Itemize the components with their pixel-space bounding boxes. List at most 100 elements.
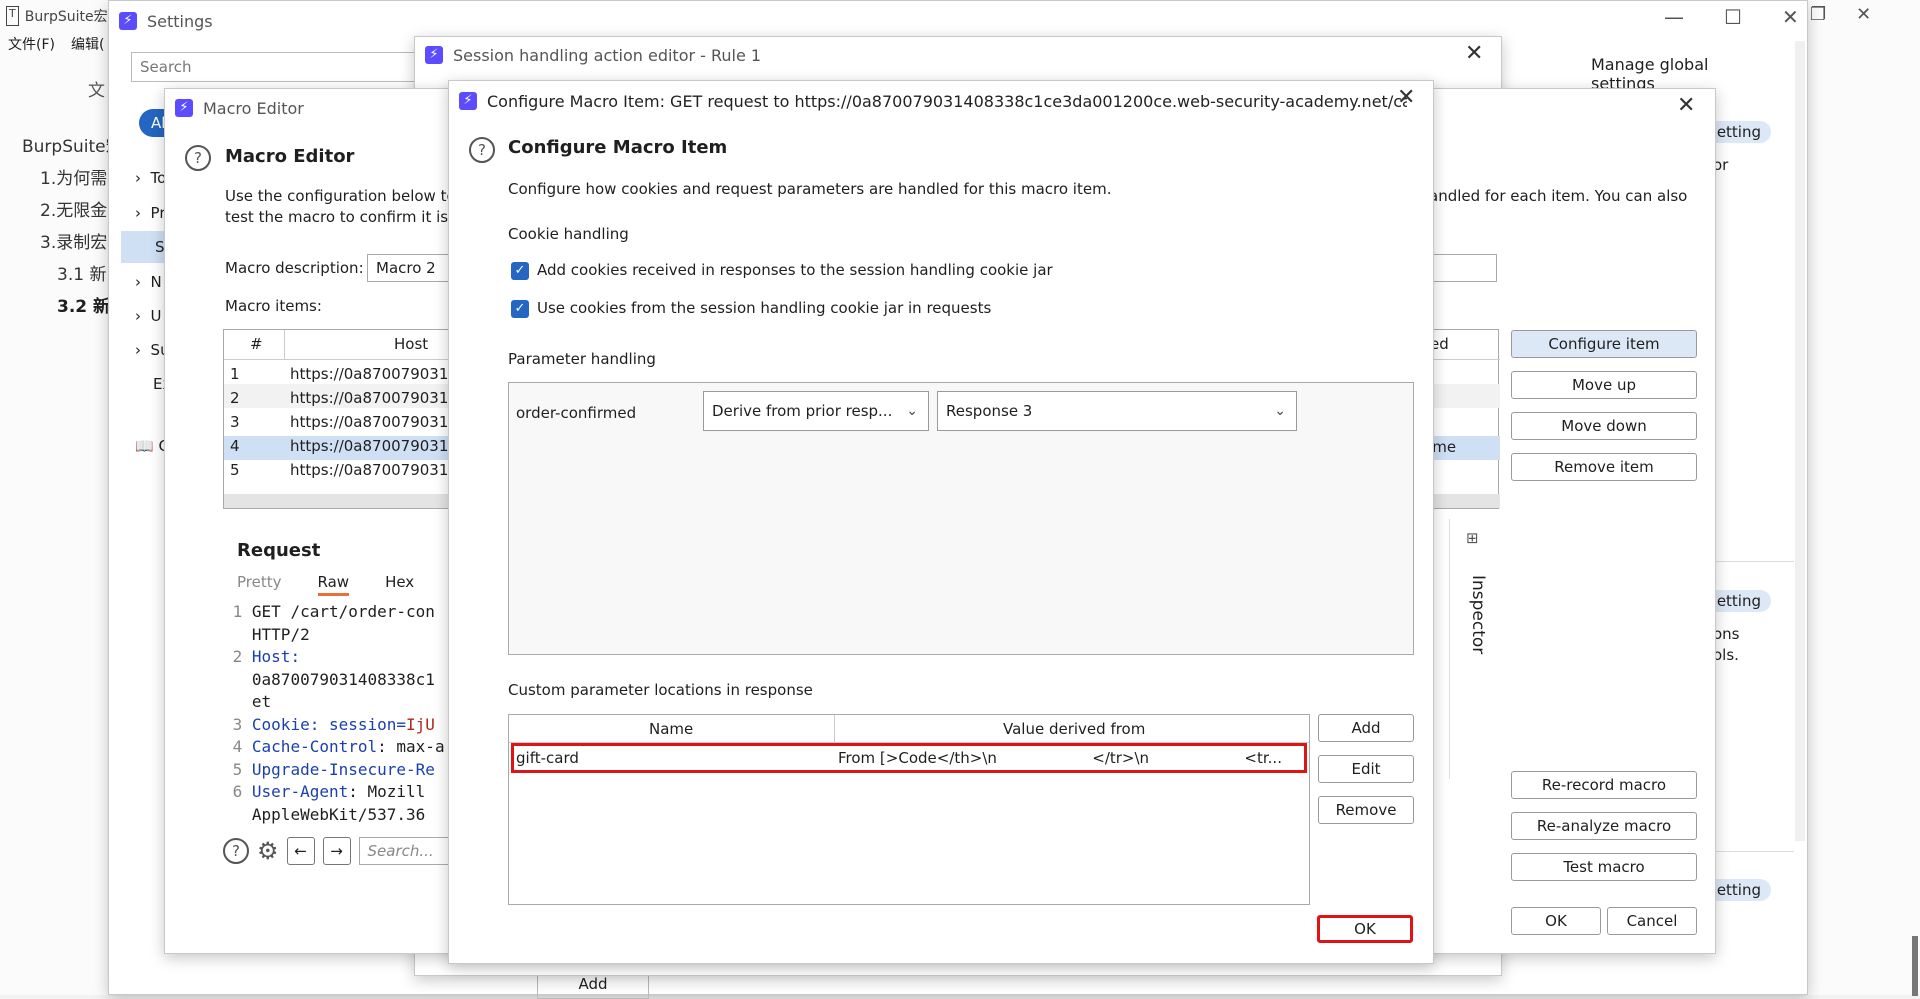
cookie-handling-heading: Cookie handling	[508, 225, 629, 243]
inspector-panel[interactable]: ⊞ Inspector	[1449, 519, 1499, 779]
settings-title: Settings	[147, 11, 213, 31]
chevron-down-icon: ⌄	[906, 403, 918, 419]
param-source-select[interactable]: Response 3 ⌄	[937, 391, 1297, 431]
outline-item[interactable]: 3.2 新	[57, 292, 110, 317]
tab-raw[interactable]: Raw	[317, 573, 350, 596]
remove-location-button[interactable]: Remove	[1318, 796, 1414, 824]
code-token: User-Agent	[251, 782, 349, 801]
code-token: : Mozill	[348, 782, 426, 801]
close-icon[interactable]: ✕	[1397, 85, 1415, 110]
checkbox-checked-icon[interactable]: ✓	[511, 261, 529, 280]
nav-item[interactable]: › To	[135, 169, 166, 187]
dialog-heading: Configure Macro Item	[508, 137, 728, 158]
line-number: 4	[223, 737, 252, 756]
col-header-name[interactable]: Name	[649, 720, 693, 738]
outline-item[interactable]: 文	[88, 76, 105, 101]
col-header-value[interactable]: Value derived from	[1003, 720, 1145, 738]
row-number: 2	[230, 389, 240, 407]
close-icon[interactable]: ✕	[1782, 5, 1799, 29]
macro-desc-label: Macro description:	[225, 259, 364, 277]
row-number: 4	[230, 437, 240, 455]
menu-file[interactable]: 文件(F)	[8, 34, 55, 54]
right-text: ons	[1713, 625, 1740, 643]
outline-item[interactable]: 3.1 新	[57, 260, 106, 285]
code-token: 0a870079031408338c1	[251, 669, 435, 689]
line-number: 5	[223, 759, 252, 779]
macro-editor-desc: andled for each item. You can also	[1429, 187, 1688, 205]
configure-macro-item-dialog: ⚡ Configure Macro Item: GET request to h…	[448, 80, 1434, 964]
dialog-title: Configure Macro Item: GET request to htt…	[487, 91, 1407, 111]
row-value: From [>Code</th>\n </tr>\n <tr...	[838, 749, 1282, 767]
configure-item-button[interactable]: Configure item	[1511, 330, 1697, 358]
row-number: 1	[230, 365, 240, 383]
custom-locations-heading: Custom parameter locations in response	[508, 681, 813, 699]
edit-location-button[interactable]: Edit	[1318, 755, 1414, 783]
checkbox-checked-icon[interactable]: ✓	[511, 299, 529, 318]
table-row[interactable]: gift-card From [>Code</th>\n </tr>\n <tr…	[511, 743, 1307, 773]
burp-logo-icon: ⚡	[119, 12, 137, 30]
gear-icon[interactable]: ⚙	[257, 837, 279, 865]
burp-logo-icon: ⚡	[175, 99, 193, 117]
param-name: order-confirmed	[516, 404, 637, 422]
use-cookies-checkbox[interactable]: ✓ Use cookies from the session handling c…	[511, 299, 991, 318]
test-macro-button[interactable]: Test macro	[1511, 853, 1697, 881]
custom-locations-table: Name Value derived from gift-card From […	[508, 714, 1310, 905]
move-down-button[interactable]: Move down	[1511, 412, 1697, 440]
minimize-icon[interactable]: —	[1664, 5, 1684, 29]
nav-item[interactable]: › N	[135, 273, 162, 291]
ok-button[interactable]: OK	[1511, 907, 1601, 935]
reanalyze-macro-button[interactable]: Re-analyze macro	[1511, 812, 1697, 840]
burp-logo-icon: ⚡	[425, 46, 443, 64]
row-host: https://0a8700790314	[290, 437, 458, 455]
outline-item[interactable]: 1.为何需	[40, 164, 107, 189]
macro-editor-title: Macro Editor	[203, 98, 304, 118]
remove-item-button[interactable]: Remove item	[1511, 453, 1697, 481]
col-header-host[interactable]: Host	[394, 335, 428, 353]
cancel-button[interactable]: Cancel	[1607, 907, 1697, 935]
code-token: session=	[328, 714, 407, 734]
line-number	[223, 805, 252, 824]
typora-title: BurpSuite宏	[24, 9, 108, 25]
add-location-button[interactable]: Add	[1318, 714, 1414, 742]
settings-search-input[interactable]: Search	[131, 52, 431, 82]
help-icon[interactable]: ?	[223, 838, 249, 864]
outline-item[interactable]: 3.录制宏	[40, 228, 107, 253]
scrollbar-thumb[interactable]	[1912, 936, 1918, 996]
inspector-icon: ⊞	[1466, 529, 1479, 547]
forward-arrow-icon[interactable]: →	[322, 837, 351, 865]
menu-edit[interactable]: 编辑(	[71, 34, 104, 54]
col-header-num[interactable]: #	[250, 335, 263, 353]
code-token: Safari/537.36	[252, 827, 387, 829]
maximize-icon[interactable]: ☐	[1724, 5, 1742, 29]
dialog-ok-button[interactable]: OK	[1317, 915, 1413, 943]
back-arrow-icon[interactable]: ←	[286, 837, 315, 865]
line-number: 2	[223, 647, 252, 666]
help-icon[interactable]: ?	[185, 145, 211, 171]
param-mode-select[interactable]: Derive from prior resp... ⌄	[703, 391, 929, 431]
row-number: 5	[230, 461, 240, 479]
macro-editor-desc: Use the configuration below to	[225, 187, 456, 205]
tab-pretty[interactable]: Pretty	[237, 573, 282, 596]
nav-item[interactable]: › U	[135, 307, 162, 325]
dialog-description: Configure how cookies and request parame…	[508, 180, 1112, 198]
typora-icon: T	[6, 6, 19, 26]
close-icon[interactable]: ✕	[1465, 41, 1483, 66]
request-heading: Request	[237, 540, 321, 561]
tab-hex[interactable]: Hex	[385, 573, 414, 596]
close-icon[interactable]: ✕	[1856, 4, 1871, 25]
close-icon[interactable]: ✕	[1677, 93, 1695, 118]
macro-editor-heading: Macro Editor	[225, 146, 355, 167]
parameter-handling-heading: Parameter handling	[508, 350, 656, 368]
rerecord-macro-button[interactable]: Re-record macro	[1511, 771, 1697, 799]
code-token: IjU	[406, 714, 435, 734]
restore-icon[interactable]: ❐	[1810, 4, 1826, 25]
code-token: Host:	[251, 647, 301, 666]
help-icon[interactable]: ?	[469, 137, 495, 163]
nav-item[interactable]: › Pr	[135, 204, 166, 222]
code-token: et	[251, 692, 272, 711]
code-token: GET /cart/order-con	[251, 602, 435, 621]
move-up-button[interactable]: Move up	[1511, 371, 1697, 399]
macro-editor-desc: test the macro to confirm it is v	[225, 208, 462, 226]
outline-item[interactable]: 2.无限金	[40, 196, 107, 221]
add-cookies-checkbox[interactable]: ✓ Add cookies received in responses to th…	[511, 261, 1053, 280]
